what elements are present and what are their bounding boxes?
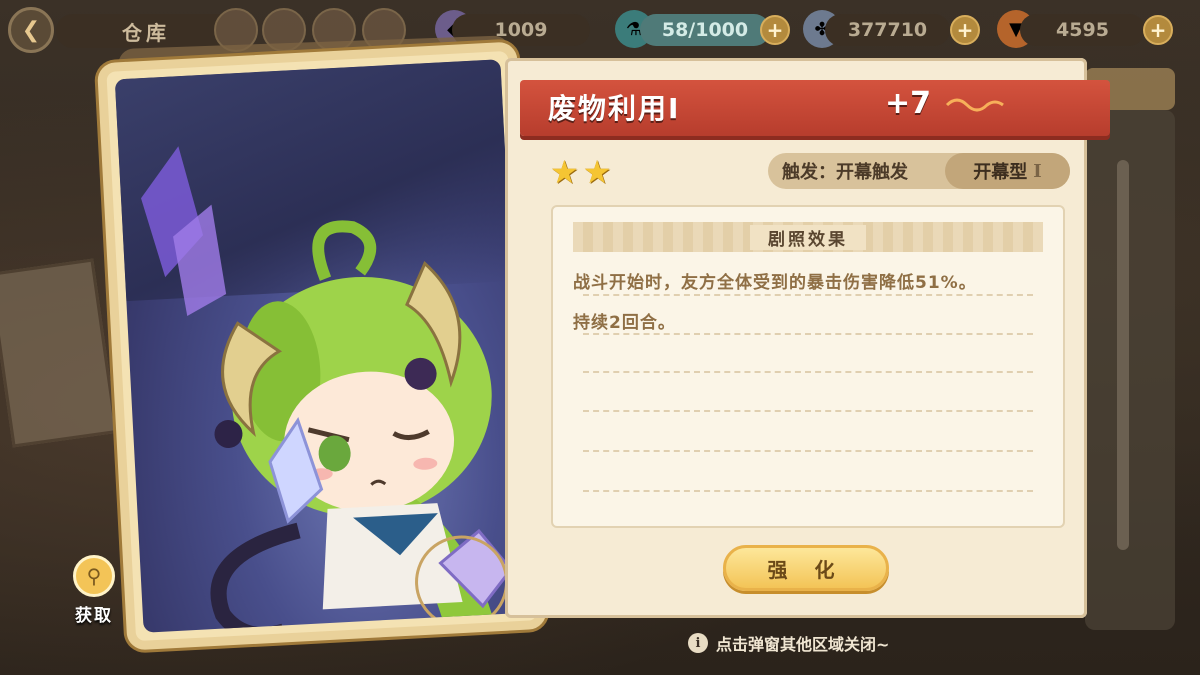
effect-header-label: 剧照效果 bbox=[750, 224, 866, 250]
effect-line-1: 战斗开始时，友方全体受到的暴击伤害降低51%。 bbox=[573, 273, 977, 293]
stamina-count: 58/1000 bbox=[640, 14, 770, 46]
dashed-divider bbox=[583, 490, 1033, 492]
card-illustration bbox=[114, 59, 530, 633]
back-button[interactable]: ❮ bbox=[8, 7, 54, 53]
add-stamina-button[interactable]: + bbox=[760, 15, 790, 45]
magnifier-icon: ⚲ bbox=[73, 555, 115, 597]
close-hint: i 点击弹窗其他区域关闭~ bbox=[688, 631, 889, 655]
close-hint-text: 点击弹窗其他区域关闭~ bbox=[716, 635, 890, 654]
star-icon: ★ bbox=[550, 153, 579, 191]
dashed-divider bbox=[583, 333, 1033, 335]
type-roman-numeral: I bbox=[1033, 160, 1042, 182]
background-scrollbar bbox=[1117, 160, 1129, 550]
type-badge: 开幕型 I bbox=[945, 153, 1070, 189]
star-rating: ★ ★ bbox=[550, 155, 611, 189]
obtain-label: 获取 bbox=[75, 606, 113, 626]
type-label: 开幕型 bbox=[973, 162, 1028, 183]
enhance-button[interactable]: 强 化 bbox=[723, 545, 889, 591]
info-icon: i bbox=[688, 633, 708, 653]
card-level: +7 bbox=[885, 86, 932, 121]
character-art bbox=[141, 146, 513, 633]
card-name: 废物利用Ⅰ bbox=[548, 92, 681, 125]
add-coin-button[interactable]: + bbox=[950, 15, 980, 45]
obtain-button[interactable]: ⚲ 获取 bbox=[62, 555, 126, 626]
character-card[interactable] bbox=[96, 41, 548, 651]
add-carrot-button[interactable]: + bbox=[1143, 15, 1173, 45]
star-icon: ★ bbox=[582, 153, 612, 191]
effect-header: 剧照效果 bbox=[573, 222, 1043, 252]
dashed-divider bbox=[583, 410, 1033, 412]
dashed-divider bbox=[583, 371, 1033, 373]
dashed-divider bbox=[583, 294, 1033, 296]
coin-count: 377710 bbox=[825, 14, 950, 46]
heart-back-icon: ❮ bbox=[21, 17, 41, 43]
swirl-ornament-icon bbox=[945, 98, 1004, 112]
background-side-panel bbox=[1085, 110, 1175, 630]
carrot-count: 4595 bbox=[1020, 14, 1145, 46]
dashed-divider bbox=[583, 450, 1033, 452]
effect-panel bbox=[551, 205, 1065, 528]
effect-line-2: 持续2回合。 bbox=[573, 313, 676, 333]
trigger-label: 触发：开幕触发 bbox=[782, 162, 908, 183]
page-title: 仓库 bbox=[56, 14, 236, 48]
